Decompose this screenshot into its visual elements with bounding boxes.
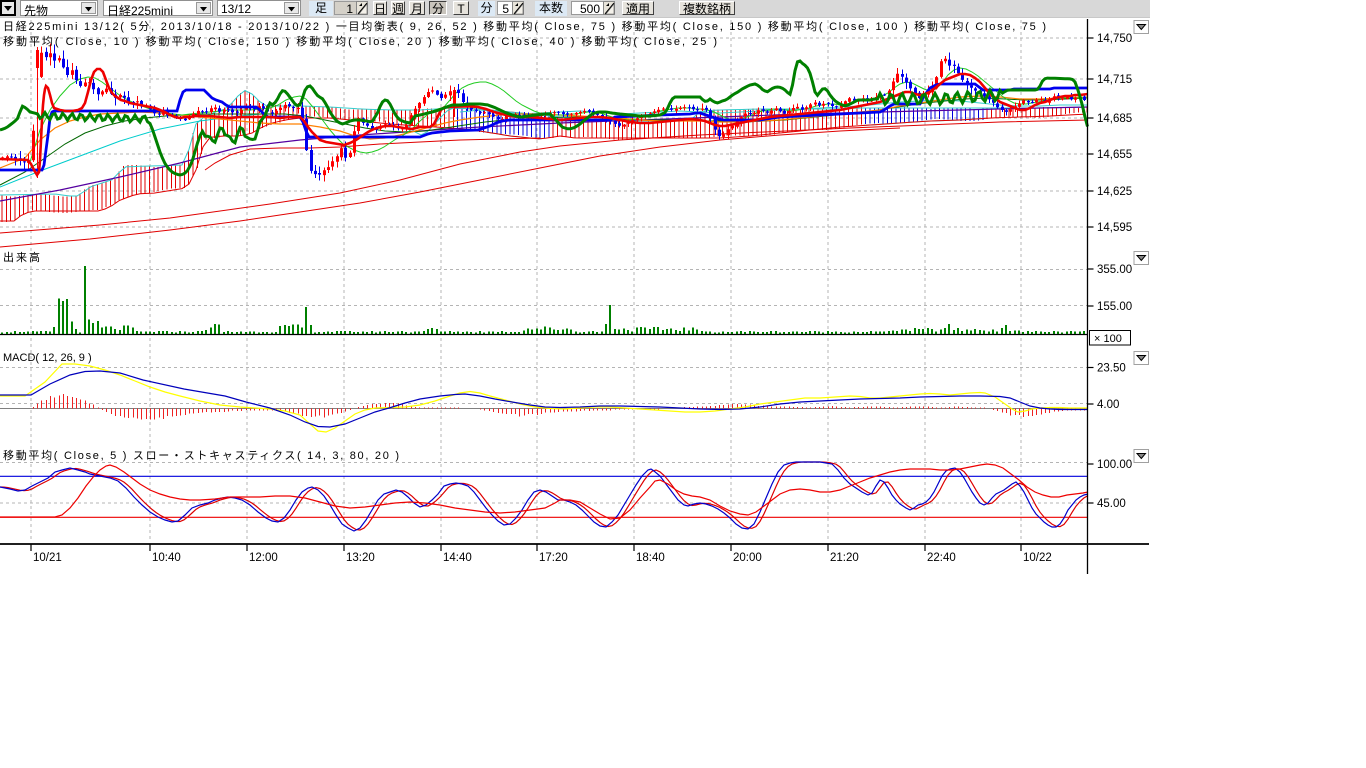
svg-text:14,750: 14,750 [1097,33,1132,45]
svg-text:155.00: 155.00 [1097,301,1132,313]
svg-text:20:00: 20:00 [733,552,762,564]
svg-text:14:40: 14:40 [443,552,472,564]
svg-text:21:20: 21:20 [830,552,859,564]
svg-text:13:20: 13:20 [346,552,375,564]
svg-text:日経225mini 13/12( 5分, 2013/10/1: 日経225mini 13/12( 5分, 2013/10/18 - 2013/1… [3,19,1046,33]
svg-text:移動平均( Close, 5 ) スロー・ストキャステ: 移動平均( Close, 5 ) スロー・ストキャスティクス( 14, 3, 8… [3,448,399,462]
svg-text:355.00: 355.00 [1097,264,1132,276]
svg-text:14,595: 14,595 [1097,222,1132,234]
svg-text:17:20: 17:20 [539,552,568,564]
svg-text:出来高: 出来高 [3,250,40,264]
svg-text:× 100: × 100 [1094,333,1122,345]
svg-text:10/21: 10/21 [33,552,62,564]
svg-text:14,685: 14,685 [1097,113,1132,125]
svg-text:100.00: 100.00 [1097,459,1132,471]
svg-text:45.00: 45.00 [1097,498,1126,510]
svg-text:23.50: 23.50 [1097,363,1126,375]
svg-text:移動平均( Close, 10 ) 移動平均( Clo: 移動平均( Close, 10 ) 移動平均( Close, 150 ) 移動平… [3,34,717,48]
svg-text:4.00: 4.00 [1097,399,1119,411]
svg-text:14,655: 14,655 [1097,149,1132,161]
svg-text:14,715: 14,715 [1097,74,1132,86]
svg-text:10/22: 10/22 [1023,552,1052,564]
svg-text:18:40: 18:40 [636,552,665,564]
svg-text:12:00: 12:00 [249,552,278,564]
svg-text:10:40: 10:40 [152,552,181,564]
svg-text:22:40: 22:40 [927,552,956,564]
svg-text:MACD( 12, 26, 9 ): MACD( 12, 26, 9 ) [3,352,92,364]
svg-text:14,625: 14,625 [1097,186,1132,198]
